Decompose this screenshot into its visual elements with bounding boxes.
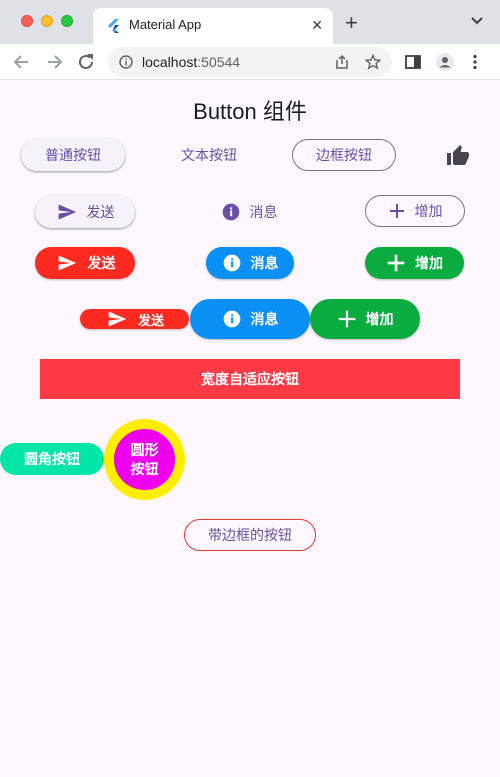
browser-tab[interactable]: Material App ✕ xyxy=(93,8,333,44)
send-icon xyxy=(58,204,76,220)
send-red-small-button[interactable]: 发送 xyxy=(80,309,189,329)
info-label: 消息 xyxy=(250,255,279,271)
send-label: 发送 xyxy=(87,255,116,271)
window-close-button[interactable] xyxy=(21,15,33,27)
side-panel-icon[interactable] xyxy=(404,53,422,71)
tab-title: Material App xyxy=(129,17,202,32)
bookmark-star-icon[interactable] xyxy=(365,54,381,70)
more-menu-icon[interactable] xyxy=(466,53,484,71)
info-icon xyxy=(222,203,239,221)
add-outlined-icon-button[interactable]: 增加 xyxy=(365,195,465,227)
new-tab-icon[interactable]: + xyxy=(345,12,358,34)
rounded-button[interactable]: 圆角按钮 xyxy=(0,443,104,475)
tab-search-chevron-icon[interactable] xyxy=(470,16,484,26)
bordered-button[interactable]: 带边框的按钮 xyxy=(184,519,316,551)
info-label: 消息 xyxy=(250,311,279,327)
add-green-button[interactable]: 增加 xyxy=(365,247,464,279)
send-elevated-icon-button[interactable]: 发送 xyxy=(35,196,135,228)
send-icon xyxy=(108,311,127,327)
outlined-button[interactable]: 边框按钮 xyxy=(292,139,396,171)
profile-avatar-icon[interactable] xyxy=(436,53,454,71)
thumb-up-icon xyxy=(447,145,469,165)
share-icon[interactable] xyxy=(334,54,350,70)
site-info-icon[interactable] xyxy=(119,55,133,69)
add-green-large-button[interactable]: 增加 xyxy=(310,299,420,339)
send-icon xyxy=(58,255,76,271)
add-label: 增加 xyxy=(414,203,443,219)
elevated-button[interactable]: 普通按钮 xyxy=(21,139,125,171)
info-icon xyxy=(223,310,240,328)
forward-arrow-icon[interactable] xyxy=(44,52,64,72)
flutter-icon xyxy=(108,19,119,33)
outlined-button-label: 边框按钮 xyxy=(316,147,372,163)
circle-button[interactable]: 圆形 按钮 xyxy=(104,419,185,500)
window-zoom-button[interactable] xyxy=(61,15,73,27)
url-text: localhost:50544 xyxy=(142,54,241,70)
add-icon xyxy=(338,310,355,328)
add-label: 增加 xyxy=(415,255,443,271)
rounded-button-label: 圆角按钮 xyxy=(24,451,80,467)
info-text-icon-button[interactable]: 消息 xyxy=(210,196,288,228)
send-label: 发送 xyxy=(137,312,164,328)
add-icon xyxy=(389,204,404,218)
browser-toolbar: localhost:50544 xyxy=(0,44,500,80)
reload-icon[interactable] xyxy=(76,52,96,72)
send-label: 发送 xyxy=(86,204,115,220)
text-button[interactable]: 文本按钮 xyxy=(170,139,248,171)
elevated-button-label: 普通按钮 xyxy=(45,147,101,163)
address-bar[interactable]: localhost:50544 xyxy=(108,47,392,77)
add-icon xyxy=(387,254,405,272)
full-width-button-label: 宽度自适应按钮 xyxy=(201,371,299,387)
bordered-button-label: 带边框的按钮 xyxy=(208,527,292,543)
page-title: Button 组件 xyxy=(193,99,307,124)
text-button-label: 文本按钮 xyxy=(181,147,237,163)
info-blue-large-button[interactable]: 消息 xyxy=(190,299,310,339)
full-width-button[interactable]: 宽度自适应按钮 xyxy=(40,359,460,399)
flutter-app-body: Button 组件 普通按钮 文本按钮 边框按钮 发送 消息 增加 发送 消息 … xyxy=(0,80,500,777)
info-blue-button[interactable]: 消息 xyxy=(206,247,294,279)
thumb-up-icon-button[interactable] xyxy=(444,142,472,170)
circle-button-label: 圆形 按钮 xyxy=(130,441,159,477)
add-label: 增加 xyxy=(365,311,394,327)
info-icon xyxy=(223,254,240,272)
tab-close-icon[interactable]: ✕ xyxy=(311,17,323,33)
window-minimize-button[interactable] xyxy=(41,15,53,27)
info-label: 消息 xyxy=(249,204,278,220)
back-arrow-icon[interactable] xyxy=(12,52,32,72)
send-red-button[interactable]: 发送 xyxy=(35,247,135,279)
browser-tab-bar: Material App ✕ + xyxy=(0,0,500,44)
